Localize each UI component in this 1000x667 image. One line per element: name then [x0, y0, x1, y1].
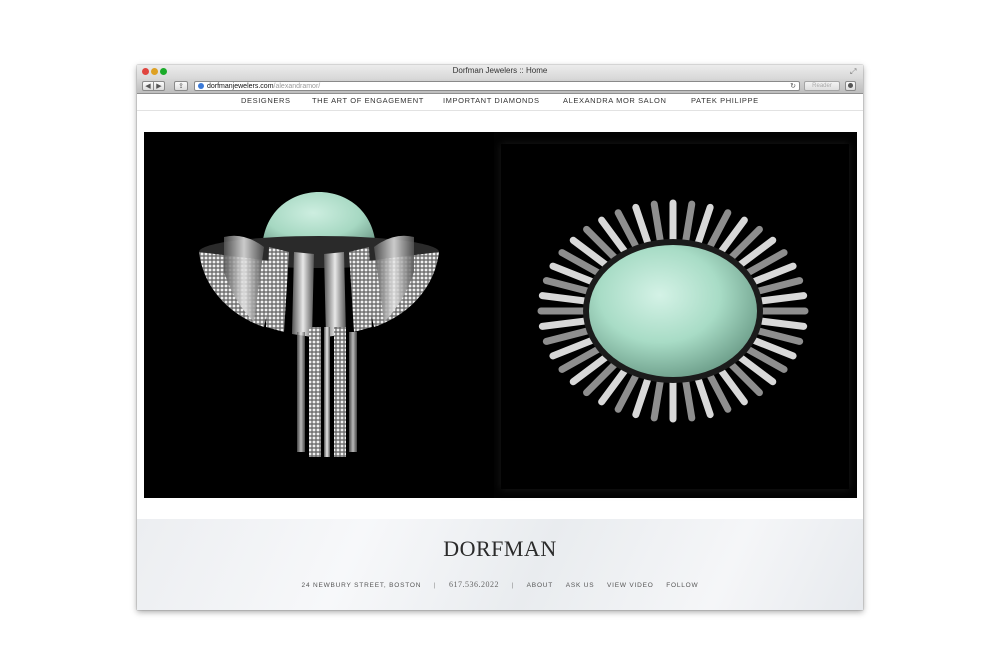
brooch-ray — [542, 326, 594, 345]
ring-side-view-image — [199, 192, 439, 457]
nav-item-designers[interactable]: DESIGNERS — [241, 96, 291, 105]
brooch-ray — [538, 292, 592, 305]
url-text[interactable]: dorfmanjewelers.com/alexandramor/ — [207, 82, 320, 91]
fullscreen-icon[interactable]: ⤢ — [850, 68, 858, 76]
nav-item-patek-philippe[interactable]: PATEK PHILIPPE — [691, 96, 759, 105]
browser-toolbar: ◀ ▶ ⇪ dorfmanjewelers.com/alexandramor/ … — [137, 79, 863, 94]
brooch-ray — [693, 372, 714, 419]
window-title: Dorfman Jewelers :: Home — [452, 66, 548, 75]
brooch-ray — [754, 317, 808, 330]
browser-window: Dorfman Jewelers :: Home ⤢ ◀ ▶ ⇪ dorfman… — [137, 65, 863, 610]
url-domain: dorfmanjewelers.com — [207, 83, 274, 90]
footer-link-view-video[interactable]: VIEW VIDEO — [607, 582, 654, 589]
footer-separator: | — [511, 582, 515, 589]
brooch-panel — [494, 132, 857, 498]
url-path: /alexandramor/ — [273, 83, 321, 90]
footer-address: 24 NEWBURY STREET, BOSTON — [301, 582, 422, 589]
reader-button[interactable]: Reader — [804, 81, 840, 91]
brooch-ray — [632, 372, 653, 419]
download-icon[interactable] — [845, 81, 856, 91]
globe-icon — [198, 83, 204, 89]
brooch-ray — [754, 292, 808, 305]
dorfman-logo[interactable]: DORFMAN — [137, 536, 863, 562]
hero-image — [144, 132, 857, 498]
site-navigation: DESIGNERS THE ART OF ENGAGEMENT IMPORTAN… — [137, 94, 863, 111]
footer-link-follow[interactable]: FOLLOW — [666, 582, 698, 589]
brooch-top-view-image — [537, 199, 809, 423]
nav-item-alexandra-mor-salon[interactable]: ALEXANDRA MOR SALON — [563, 96, 667, 105]
brooch-gem — [589, 245, 757, 377]
brooch-ray — [752, 326, 804, 345]
brooch-ray — [681, 200, 696, 248]
forward-button[interactable]: ▶ — [153, 81, 165, 91]
share-button[interactable]: ⇪ — [174, 81, 188, 91]
address-bar[interactable]: dorfmanjewelers.com/alexandramor/ ↻ — [194, 81, 800, 91]
brooch-ray — [632, 203, 653, 250]
brooch-ray — [538, 317, 592, 330]
footer-links: 24 NEWBURY STREET, BOSTON | 617.536.2022… — [137, 580, 863, 589]
title-bar: Dorfman Jewelers :: Home ⤢ — [137, 65, 863, 79]
brooch-ray — [542, 277, 594, 296]
nav-item-important-diamonds[interactable]: IMPORTANT DIAMONDS — [443, 96, 540, 105]
brooch-ray — [693, 203, 714, 250]
brooch-image-frame — [501, 144, 849, 489]
nav-item-art-of-engagement[interactable]: THE ART OF ENGAGEMENT — [312, 96, 424, 105]
footer-link-about[interactable]: ABOUT — [527, 582, 553, 589]
brooch-ray — [752, 277, 804, 296]
brooch-ray — [650, 374, 665, 422]
brooch-ray — [681, 374, 696, 422]
footer-link-ask-us[interactable]: ASK US — [566, 582, 595, 589]
footer-phone[interactable]: 617.536.2022 — [449, 580, 499, 589]
site-footer: DORFMAN 24 NEWBURY STREET, BOSTON | 617.… — [137, 519, 863, 610]
reload-icon[interactable]: ↻ — [790, 82, 796, 91]
brooch-ray — [650, 200, 665, 248]
footer-separator: | — [433, 582, 437, 589]
